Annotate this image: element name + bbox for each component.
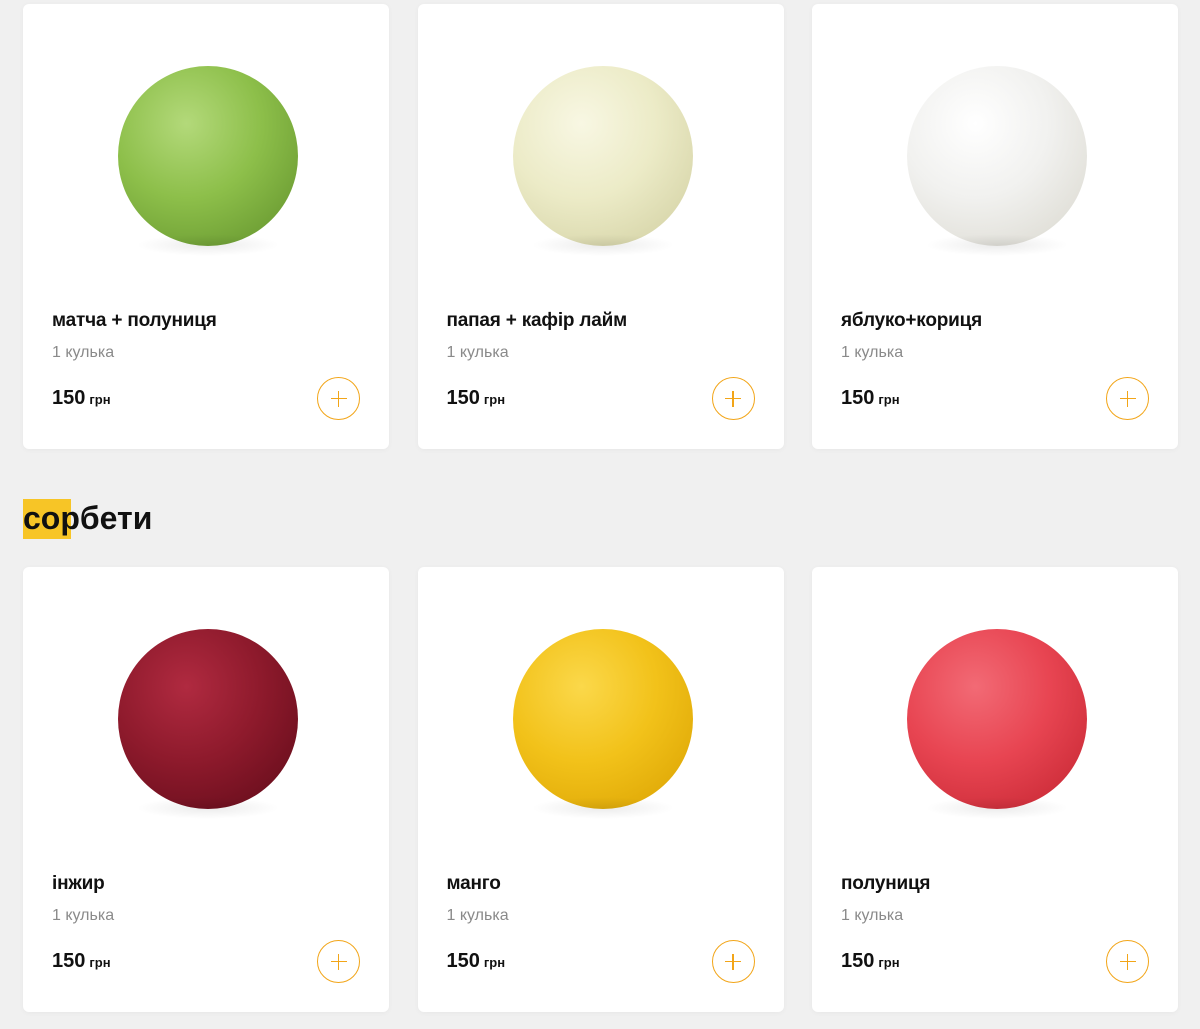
add-to-cart-button[interactable]	[711, 377, 755, 420]
price-currency: грн	[89, 955, 111, 970]
products-grid-top: матча + полуниця 1 кулька 150 грн папая +…	[23, 4, 1178, 449]
product-image	[23, 4, 389, 294]
price-value: 150	[446, 387, 480, 409]
product-image	[418, 4, 784, 294]
product-card[interactable]: папая + кафір лайм 1 кулька 150 грн	[417, 4, 784, 449]
product-price: 150 грн	[52, 950, 111, 973]
mango-scoop-image	[512, 629, 693, 819]
add-to-cart-button[interactable]	[317, 940, 360, 983]
product-portion: 1 кулька	[841, 344, 904, 361]
price-value: 150	[446, 950, 480, 972]
strawberry-scoop-image	[907, 629, 1087, 819]
fig-scoop-image	[118, 629, 298, 819]
product-price: 150 грн	[447, 950, 506, 973]
add-to-cart-button[interactable]	[1106, 377, 1149, 420]
papaya-scoop-image	[512, 66, 693, 256]
product-card[interactable]: інжир 1 кулька 150 грн	[23, 567, 389, 1012]
product-title: інжир	[52, 873, 105, 894]
price-currency: грн	[483, 955, 506, 970]
price-value: 150	[841, 950, 875, 972]
product-portion: 1 кулька	[841, 907, 904, 924]
product-image	[418, 567, 784, 857]
price-value: 150	[841, 387, 875, 409]
product-image	[23, 567, 389, 857]
product-price: 150 грн	[841, 950, 900, 973]
product-card[interactable]: манго 1 кулька 150 грн	[417, 567, 784, 1012]
product-card[interactable]: полуниця 1 кулька 150 грн	[812, 567, 1178, 1012]
product-image	[812, 567, 1178, 857]
product-card[interactable]: матча + полуниця 1 кулька 150 грн	[23, 4, 389, 449]
product-title: яблуко+кориця	[841, 310, 983, 331]
add-to-cart-button[interactable]	[317, 377, 360, 420]
matcha-scoop-image	[118, 66, 298, 256]
product-price: 150 грн	[447, 387, 506, 410]
price-value: 150	[52, 950, 86, 972]
product-title: матча + полуниця	[52, 310, 217, 331]
product-portion: 1 кулька	[52, 344, 115, 361]
product-price: 150 грн	[52, 387, 111, 410]
product-portion: 1 кулька	[446, 907, 509, 924]
product-title: папая + кафір лайм	[446, 310, 628, 331]
product-portion: 1 кулька	[446, 344, 509, 361]
product-card[interactable]: яблуко+кориця 1 кулька 150 грн	[812, 4, 1178, 449]
product-title: манго	[446, 873, 501, 894]
price-currency: грн	[878, 392, 900, 407]
products-grid-sorbets: інжир 1 кулька 150 грн манго 1 кулька 150…	[23, 567, 1178, 1012]
product-image	[812, 4, 1178, 294]
add-to-cart-button[interactable]	[711, 940, 755, 983]
section-title: сорбети	[23, 498, 152, 540]
price-currency: грн	[878, 955, 900, 970]
product-title: полуниця	[841, 873, 931, 894]
add-to-cart-button[interactable]	[1106, 940, 1149, 983]
apple-cinnamon-scoop-image	[907, 66, 1087, 256]
price-currency: грн	[89, 392, 111, 407]
price-value: 150	[52, 387, 86, 409]
product-portion: 1 кулька	[52, 907, 115, 924]
product-price: 150 грн	[841, 387, 900, 410]
price-currency: грн	[483, 392, 506, 407]
